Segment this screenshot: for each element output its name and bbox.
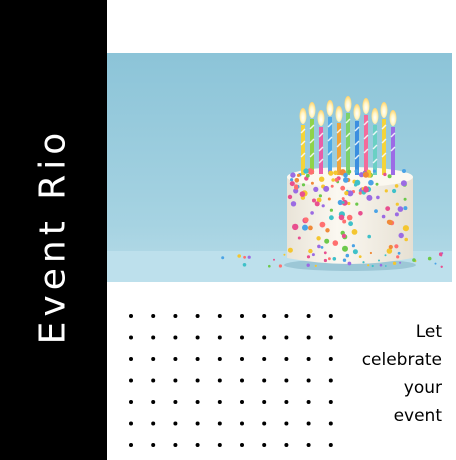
tagline: Let celebrate your event bbox=[332, 318, 442, 430]
grid-dot bbox=[284, 314, 289, 318]
grid-dot bbox=[129, 421, 133, 426]
grid-dot bbox=[262, 314, 267, 318]
grid-dot bbox=[173, 357, 178, 361]
dot-grid-decoration bbox=[129, 314, 333, 447]
grid-dot bbox=[129, 443, 133, 447]
grid-dot bbox=[195, 378, 200, 383]
grid-dot bbox=[129, 314, 133, 318]
grid-dot bbox=[217, 335, 222, 340]
grid-dot bbox=[306, 378, 311, 383]
cake-photo bbox=[107, 53, 452, 282]
grid-dot bbox=[173, 400, 178, 404]
grid-dot bbox=[217, 378, 222, 383]
grid-dot bbox=[284, 335, 289, 340]
grid-dot bbox=[262, 335, 267, 340]
grid-dot bbox=[151, 378, 156, 383]
grid-dot bbox=[195, 400, 200, 404]
grid-dot bbox=[306, 335, 311, 340]
grid-dot bbox=[195, 443, 200, 447]
grid-dot bbox=[306, 357, 311, 361]
brand-name: Event Rio bbox=[32, 127, 74, 345]
grid-dot bbox=[195, 314, 200, 318]
grid-dot bbox=[262, 400, 267, 404]
grid-dot bbox=[240, 400, 244, 404]
grid-dot bbox=[151, 357, 156, 361]
grid-dot bbox=[195, 335, 200, 340]
grid-dot bbox=[306, 443, 311, 447]
grid-dot bbox=[262, 421, 267, 426]
grid-dot bbox=[129, 357, 133, 361]
grid-dot bbox=[284, 443, 289, 447]
grid-dot bbox=[240, 378, 244, 383]
grid-dot bbox=[151, 335, 156, 340]
grid-dot bbox=[129, 378, 133, 383]
grid-dot bbox=[217, 314, 222, 318]
tagline-line-4: event bbox=[393, 406, 442, 426]
grid-dot bbox=[217, 400, 222, 404]
grid-dot bbox=[306, 400, 311, 404]
grid-dot bbox=[306, 314, 311, 318]
grid-dot bbox=[240, 443, 244, 447]
grid-dot bbox=[328, 443, 333, 447]
grid-dot bbox=[173, 443, 178, 447]
grid-dot bbox=[151, 314, 156, 318]
grid-dot bbox=[129, 335, 133, 340]
grid-dot bbox=[262, 443, 267, 447]
grid-dot bbox=[240, 421, 244, 426]
grid-dot bbox=[284, 378, 289, 383]
grid-dot bbox=[284, 400, 289, 404]
tagline-line-2: celebrate bbox=[361, 350, 442, 370]
grid-dot bbox=[195, 421, 200, 426]
grid-dot bbox=[151, 400, 156, 404]
brand-sidebar: Event Rio bbox=[0, 0, 107, 460]
grid-dot bbox=[217, 443, 222, 447]
tagline-line-3: your bbox=[403, 378, 442, 398]
grid-dot bbox=[262, 357, 267, 361]
grid-dot bbox=[173, 314, 178, 318]
grid-dot bbox=[151, 421, 156, 426]
grid-dot bbox=[284, 357, 289, 361]
grid-dot bbox=[284, 421, 289, 426]
grid-dot bbox=[173, 421, 178, 426]
grid-dot bbox=[195, 357, 200, 361]
grid-dot bbox=[151, 443, 156, 447]
grid-dot bbox=[240, 335, 244, 340]
grid-dot bbox=[262, 378, 267, 383]
grid-dot bbox=[217, 421, 222, 426]
grid-dot bbox=[173, 378, 178, 383]
grid-dot bbox=[306, 421, 311, 426]
grid-dot bbox=[240, 357, 244, 361]
tagline-line-1: Let bbox=[415, 322, 442, 342]
grid-dot bbox=[240, 314, 244, 318]
grid-dot bbox=[129, 400, 133, 404]
grid-dot bbox=[217, 357, 222, 361]
grid-dot bbox=[173, 335, 178, 340]
